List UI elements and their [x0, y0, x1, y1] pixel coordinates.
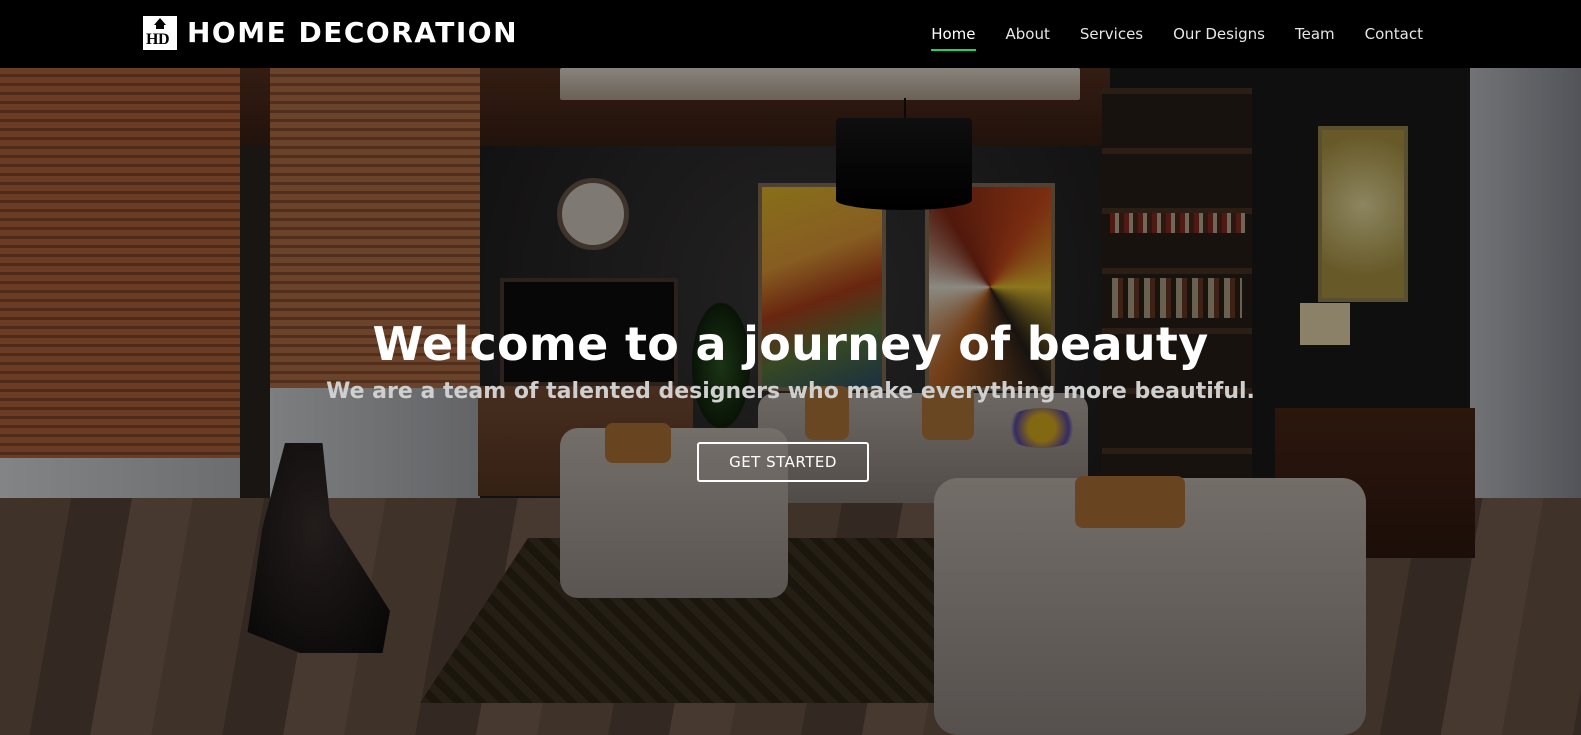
navbar: HD HOME DECORATION Home About Services O…: [0, 0, 1581, 68]
nav-item-contact[interactable]: Contact: [1350, 0, 1438, 68]
hero-content: Welcome to a journey of beauty We are a …: [0, 68, 1581, 735]
get-started-button[interactable]: GET STARTED: [697, 442, 869, 482]
nav-item-about[interactable]: About: [991, 0, 1065, 68]
hero-title: Welcome to a journey of beauty: [372, 317, 1209, 371]
nav-item-home[interactable]: Home: [916, 0, 990, 68]
nav-item-our-designs[interactable]: Our Designs: [1158, 0, 1280, 68]
nav-item-team[interactable]: Team: [1280, 0, 1350, 68]
home-logo-icon: HD: [143, 16, 177, 50]
nav-menu: Home About Services Our Designs Team Con…: [916, 0, 1438, 68]
brand-link[interactable]: HD HOME DECORATION: [143, 15, 518, 51]
hero-subtitle: We are a team of talented designers who …: [326, 379, 1255, 404]
brand-name: HOME DECORATION: [187, 16, 519, 49]
hero-section: Welcome to a journey of beauty We are a …: [0, 68, 1581, 735]
nav-item-services[interactable]: Services: [1065, 0, 1158, 68]
logo-initials: HD: [146, 31, 170, 48]
